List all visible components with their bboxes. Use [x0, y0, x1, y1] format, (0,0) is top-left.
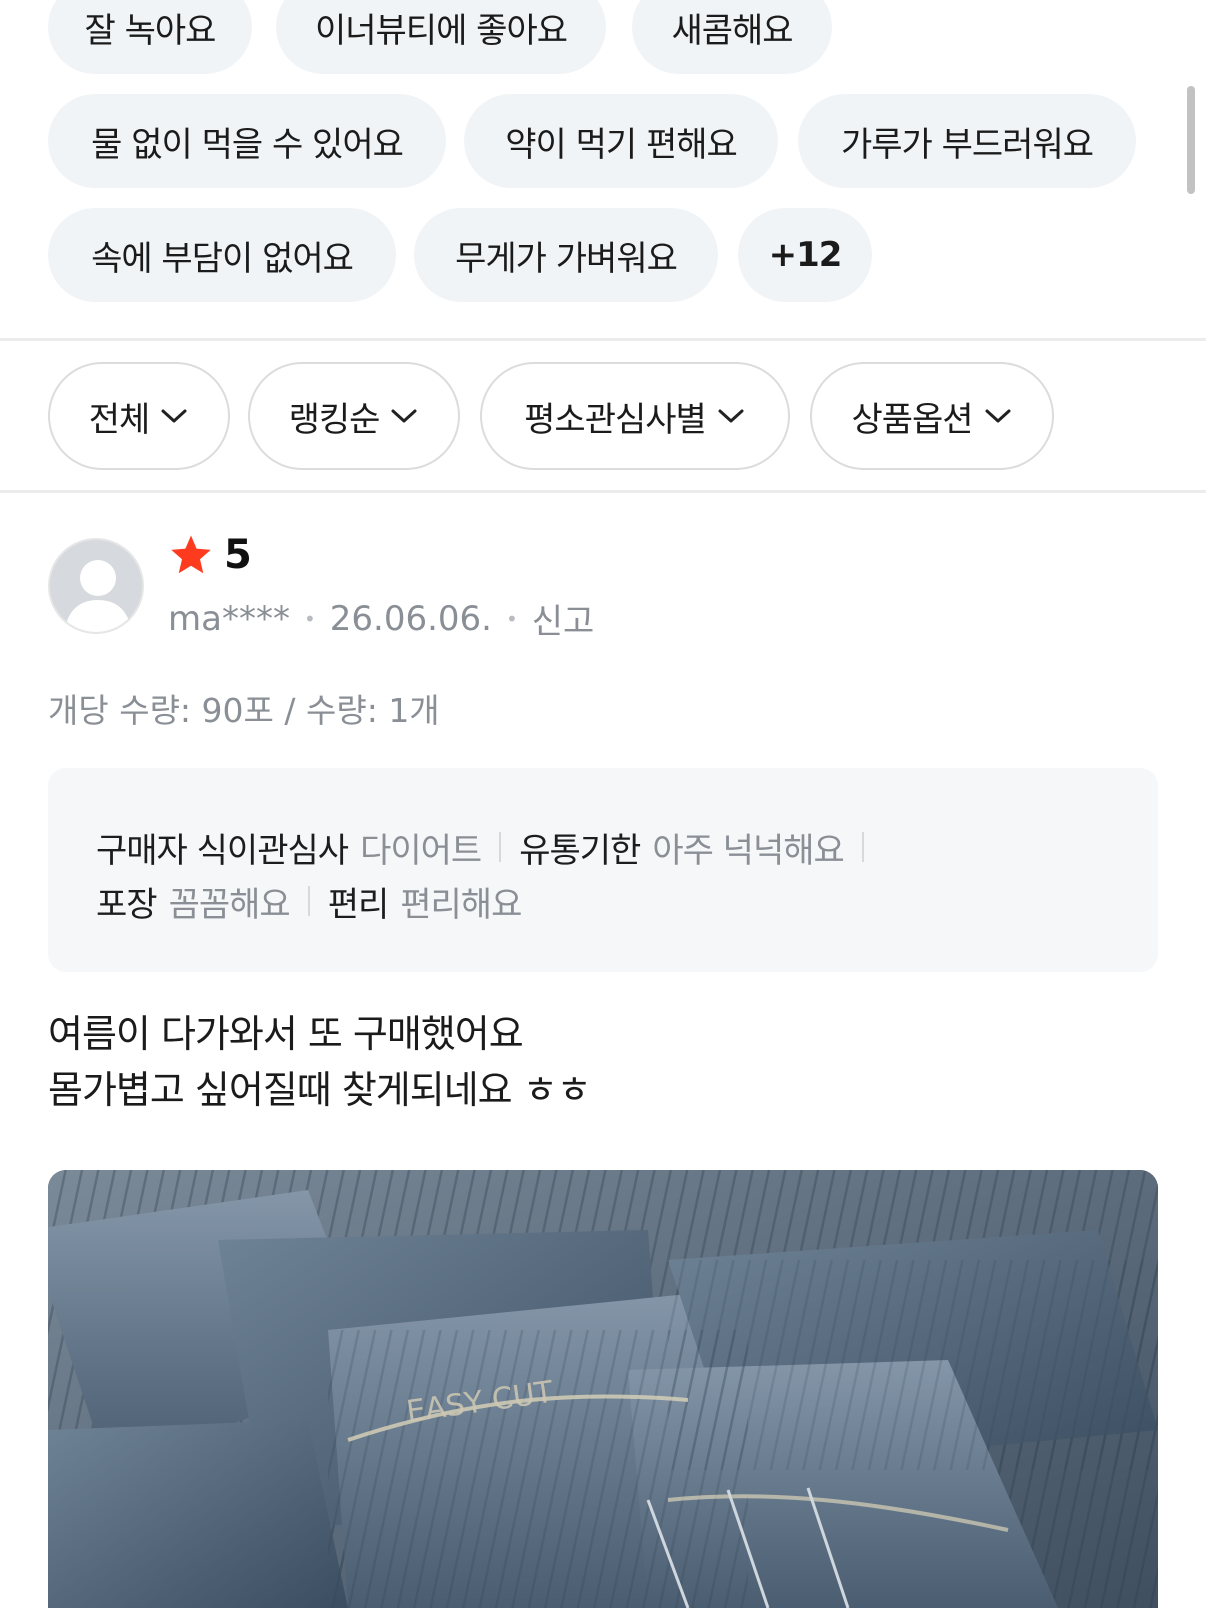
attribute-key: 구매자 식이관심사 — [96, 830, 349, 871]
attribute-value: 편리해요 — [400, 884, 522, 925]
star-icon — [171, 535, 211, 574]
keyword-chip[interactable]: 속에 부담이 없어요 — [48, 208, 396, 302]
user-silhouette-icon — [50, 540, 142, 632]
chevron-down-icon — [985, 409, 1011, 423]
review-rating: 5 — [168, 532, 252, 578]
keyword-chip[interactable]: 잘 녹아요 — [48, 0, 252, 74]
more-keywords-chip[interactable]: +12 — [738, 208, 872, 302]
purchase-option: 개당 수량: 90포 / 수량: 1개 — [48, 691, 440, 730]
separator-dot: • — [303, 606, 316, 631]
keyword-chip[interactable]: 새콤해요 — [632, 0, 832, 74]
review-photo[interactable]: EASY CUT — [48, 1170, 1158, 1608]
filter-sort-button[interactable]: 랭킹순 — [248, 362, 460, 470]
separator-dot: • — [505, 606, 518, 631]
divider — [861, 832, 864, 862]
filter-label: 전체 — [88, 399, 151, 440]
chevron-down-icon — [161, 409, 187, 423]
attribute-value: 꼼꼼해요 — [168, 884, 291, 925]
attribute-value: 다이어트 — [360, 830, 482, 871]
review-attributes: 구매자 식이관심사 다이어트 유통기한 아주 넉넉해요 포장 꼼꼼해요 편리 편… — [48, 768, 1158, 972]
attribute-key: 포장 — [96, 884, 158, 925]
review-meta: ma**** • 26.06.06. • 신고 — [168, 594, 594, 643]
filter-all-button[interactable]: 전체 — [48, 362, 230, 470]
keyword-chip[interactable]: 물 없이 먹을 수 있어요 — [48, 94, 446, 188]
attribute-row: 구매자 식이관심사 다이어트 유통기한 아주 넉넉해요 — [96, 820, 1110, 874]
filter-interest-button[interactable]: 평소관심사별 — [480, 362, 790, 470]
attribute-row: 포장 꼼꼼해요 편리 편리해요 — [96, 874, 1110, 928]
keyword-chip[interactable]: 약이 먹기 편해요 — [464, 94, 778, 188]
avatar[interactable] — [48, 538, 144, 634]
review-text-line: 여름이 다가와서 또 구매했어요 — [48, 1012, 524, 1056]
keyword-chip[interactable]: 무게가 가벼워요 — [414, 208, 718, 302]
divider — [307, 886, 310, 916]
keyword-chip[interactable]: 이너뷰티에 좋아요 — [276, 0, 606, 74]
sachets-illustration: EASY CUT — [48, 1170, 1158, 1608]
filter-option-button[interactable]: 상품옵션 — [810, 362, 1054, 470]
review-text-line: 몸가볍고 싶어질때 찾게되네요 ㅎㅎ — [48, 1068, 592, 1112]
filter-label: 상품옵션 — [851, 399, 973, 440]
report-link[interactable]: 신고 — [532, 594, 595, 643]
keyword-chip[interactable]: 가루가 부드러워요 — [798, 94, 1136, 188]
filter-label: 평소관심사별 — [524, 399, 707, 440]
filter-label: 랭킹순 — [288, 399, 381, 440]
chevron-down-icon — [718, 409, 744, 423]
attribute-key: 유통기한 — [519, 830, 641, 871]
divider — [0, 490, 1206, 493]
divider — [499, 832, 502, 862]
rating-score: 5 — [224, 532, 252, 578]
divider — [0, 338, 1206, 341]
attribute-key: 편리 — [327, 884, 390, 925]
attribute-value: 아주 넉넉해요 — [652, 830, 844, 871]
reviewer-id: ma**** — [168, 598, 290, 639]
scrollbar[interactable] — [1187, 86, 1195, 194]
chevron-down-icon — [391, 409, 417, 423]
review-date: 26.06.06. — [329, 598, 492, 639]
review-text: 여름이 다가와서 또 구매했어요 몸가볍고 싶어질때 찾게되네요 ㅎㅎ — [48, 1006, 592, 1118]
